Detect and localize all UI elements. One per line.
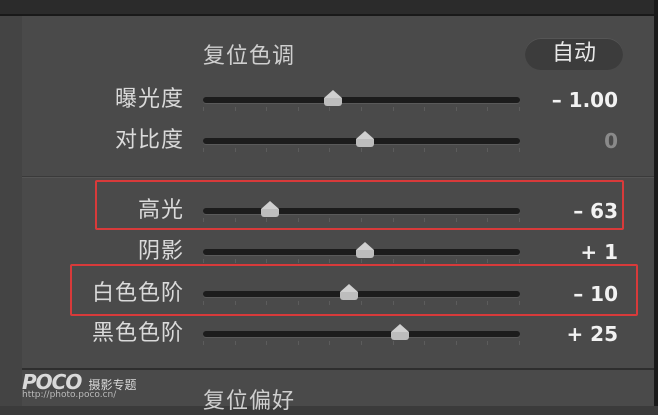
slider-tick [361,341,362,345]
slider-tick [298,259,299,263]
slider-tick [424,259,425,263]
slider-ticks [203,259,520,263]
slider-tick [329,107,330,111]
slider-tick [329,148,330,152]
reset-tone-button[interactable]: 复位色调 [203,38,295,70]
slider-value[interactable]: 0 [604,123,618,159]
slider-tick [519,259,520,263]
panel-top-bar [0,0,654,14]
slider-tick [266,148,267,152]
slider-tick [456,259,457,263]
section-divider [22,176,654,177]
slider-label: 黑色色阶 [91,321,184,346]
slider-ticks [203,148,520,152]
slider-tick [487,107,488,111]
slider-tick [203,259,204,263]
slider-tick [393,148,394,152]
slider-tick [424,107,425,111]
slider-tick [393,341,394,345]
slider-row-contrast: 对比度 0 [0,123,654,159]
slider-tick [203,341,204,345]
slider-tick [298,148,299,152]
slider-tick [298,107,299,111]
slider-tick [519,148,520,152]
slider-tick [487,259,488,263]
slider-tick [329,341,330,345]
watermark-url: http://photo.poco.cn/ [22,390,117,400]
slider-tick [203,107,204,111]
slider-track[interactable] [203,97,520,103]
slider-tick [487,341,488,345]
slider-ticks [203,341,520,345]
reset-preference-button[interactable]: 复位偏好 [203,383,295,415]
slider-tick [329,259,330,263]
slider-tick [519,107,520,111]
slider-tick [361,148,362,152]
slider-tick [456,148,457,152]
slider-track[interactable] [203,331,520,337]
slider-tick [298,341,299,345]
slider-value[interactable]: + 25 [566,316,618,352]
slider-tick [235,107,236,111]
slider-tick [361,259,362,263]
slider-tick [266,107,267,111]
slider-tick [235,148,236,152]
slider-tick [203,148,204,152]
slider-tick [235,341,236,345]
panel-top-divider [0,14,654,16]
slider-tick [424,148,425,152]
watermark: POCO 摄影专题 http://photo.poco.cn/ [22,370,136,400]
slider-value[interactable]: – 1.00 [552,82,618,118]
slider-row-blacks: 黑色色阶 + 25 [0,316,654,352]
slider-label: 对比度 [114,128,184,153]
slider-tick [456,341,457,345]
highlight-box-highlights [95,180,624,230]
slider-tick [393,107,394,111]
slider-row-exposure: 曝光度 – 1.00 [0,82,654,118]
slider-tick [235,259,236,263]
slider-tick [393,259,394,263]
slider-label: 曝光度 [114,87,184,112]
slider-tick [266,341,267,345]
auto-tone-button[interactable]: 自动 [525,38,623,70]
slider-tick [266,259,267,263]
slider-tick [487,148,488,152]
slider-tick [361,107,362,111]
slider-tick [519,341,520,345]
slider-tick [456,107,457,111]
slider-ticks [203,107,520,111]
highlight-box-whites [70,264,638,316]
slider-tick [424,341,425,345]
